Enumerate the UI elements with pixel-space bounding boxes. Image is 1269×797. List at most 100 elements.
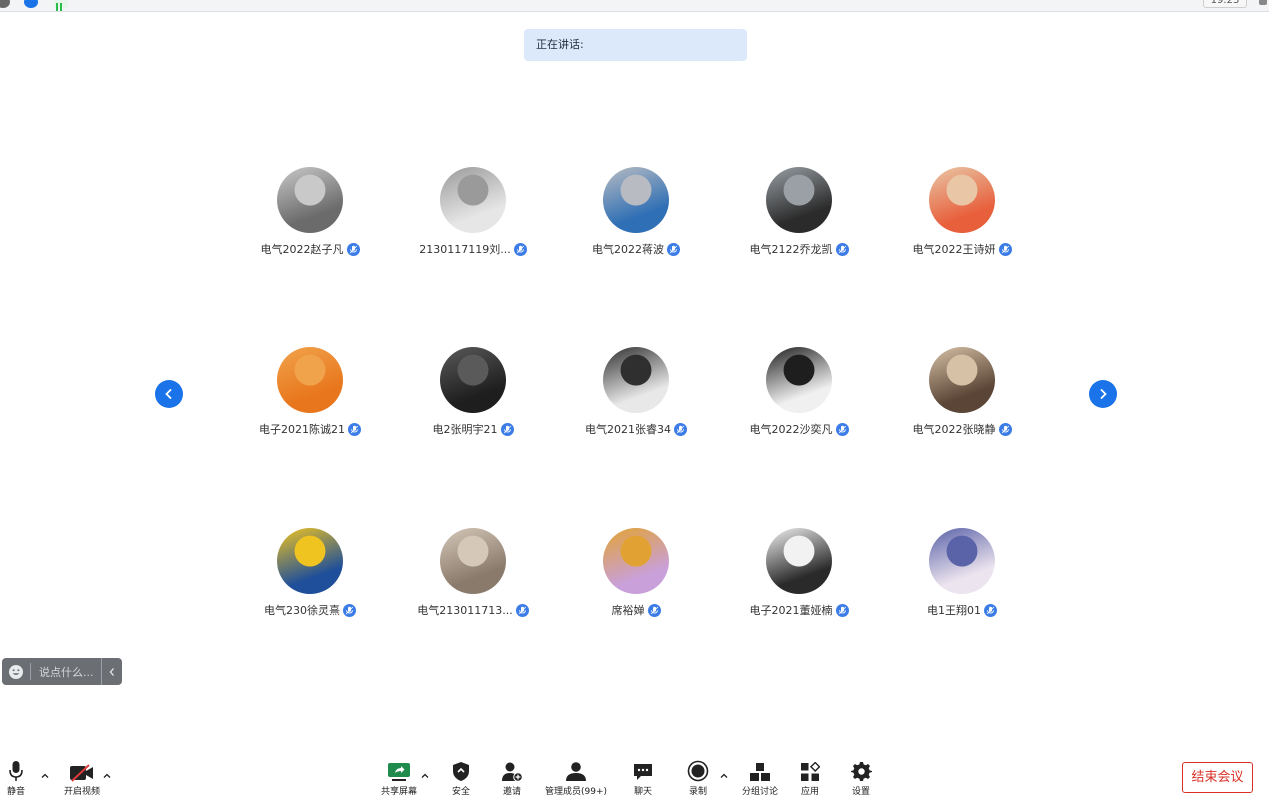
fullscreen-icon[interactable] <box>1259 0 1267 5</box>
share-screen-button[interactable]: 共享屏幕 <box>379 756 419 797</box>
participant-name: 电1王翔01 <box>927 604 981 617</box>
participant-name-row: 电气2022赵子凡 <box>235 241 385 257</box>
participant-tile[interactable]: 电气2122乔龙凯 <box>724 167 874 257</box>
apps-icon <box>801 762 820 781</box>
chat-input[interactable]: 说点什么... <box>39 664 97 680</box>
collapse-chat-button[interactable] <box>101 658 121 685</box>
info-icon[interactable] <box>24 0 38 8</box>
divider <box>30 663 31 680</box>
participant-tile[interactable]: 电子2021陈诚21 <box>235 347 385 437</box>
start-video-button[interactable]: 开启视频 <box>61 756 103 797</box>
signal-icon[interactable] <box>54 0 68 11</box>
participant-tile[interactable]: 席裕婵 <box>561 528 711 618</box>
video-off-icon <box>70 764 93 782</box>
participant-name: 电气2022沙奕凡 <box>749 423 833 436</box>
avatar-photo-icon <box>766 347 832 413</box>
invite-button[interactable]: 邀请 <box>500 756 524 797</box>
meeting-timer: 19:23 <box>1203 0 1247 8</box>
chevron-up-icon[interactable] <box>102 771 112 781</box>
breakout-rooms-button[interactable]: 分组讨论 <box>740 756 780 797</box>
share-screen-icon <box>388 763 410 781</box>
apps-button[interactable]: 应用 <box>798 756 822 797</box>
microphone-icon <box>667 242 680 256</box>
gear-icon <box>850 762 872 781</box>
participant-tile[interactable]: 电子2021董娅楠 <box>724 528 874 618</box>
avatar-photo-icon <box>929 167 995 233</box>
microphone-icon <box>500 422 514 436</box>
participant-tile[interactable]: 电气2022沙奕凡 <box>724 347 874 437</box>
microphone-icon <box>835 603 849 617</box>
security-button[interactable]: 安全 <box>449 756 473 797</box>
manage-members-button[interactable]: 管理成员(99+) <box>544 756 608 797</box>
participant-name-row: 2130117119刘... <box>398 241 548 257</box>
end-meeting-button[interactable]: 结束会议 <box>1182 762 1253 793</box>
participant-name-row: 电气2022沙奕凡 <box>724 421 874 437</box>
avatar-cat-icon <box>277 347 343 413</box>
avatar-photo-icon <box>766 167 832 233</box>
chevron-right-icon <box>1100 389 1107 399</box>
microphone-icon <box>513 242 527 256</box>
chevron-up-icon[interactable] <box>40 771 50 781</box>
avatar-toy-icon <box>929 528 995 594</box>
microphone-icon <box>984 603 997 617</box>
participant-name: 电气230徐灵熹 <box>264 604 340 617</box>
members-icon <box>566 762 586 781</box>
microphone-icon <box>9 761 23 781</box>
avatar-cartoon-icon <box>603 347 669 413</box>
participant-name: 电气213011713... <box>417 604 513 617</box>
participant-tile[interactable]: 电气2022赵子凡 <box>235 167 385 257</box>
participant-name-row: 电气2022蒋波 <box>561 241 711 257</box>
microphone-icon <box>674 422 687 436</box>
record-button[interactable]: 录制 <box>686 756 710 797</box>
participant-tile[interactable]: 电2张明宇21 <box>398 347 548 437</box>
chevron-up-icon[interactable] <box>719 771 729 781</box>
microphone-icon <box>515 603 529 617</box>
quick-chat-bar[interactable]: 说点什么... <box>2 658 122 685</box>
app-icon <box>0 0 10 8</box>
shield-icon <box>453 762 469 781</box>
participant-name-row: 电气2022张晓静 <box>887 421 1037 437</box>
chevron-up-icon[interactable] <box>420 771 430 781</box>
participant-name-row: 电气2122乔龙凯 <box>724 241 874 257</box>
participant-name: 电2张明宇21 <box>432 423 498 436</box>
participant-name: 电气2022赵子凡 <box>260 243 344 256</box>
settings-button[interactable]: 设置 <box>849 756 873 797</box>
title-bar: 19:23 <box>0 0 1269 12</box>
participant-name: 电气2022王诗妍 <box>912 243 996 256</box>
add-user-icon <box>502 762 523 782</box>
participant-tile[interactable]: 电气230徐灵熹 <box>235 528 385 618</box>
avatar-photo-icon <box>277 167 343 233</box>
emoji-icon[interactable] <box>8 664 24 680</box>
avatar-photo-icon <box>440 347 506 413</box>
participant-name-row: 电气2022王诗妍 <box>887 241 1037 257</box>
mute-button[interactable]: 静音 <box>3 756 29 797</box>
avatar-photo-icon <box>440 528 506 594</box>
participant-name-row: 电子2021陈诚21 <box>235 421 385 437</box>
microphone-icon <box>343 603 356 617</box>
participant-tile[interactable]: 电气213011713... <box>398 528 548 618</box>
chat-icon <box>634 764 652 780</box>
avatar-photo-icon <box>929 347 995 413</box>
microphone-icon <box>346 242 360 256</box>
participant-tile[interactable]: 电气2021张睿34 <box>561 347 711 437</box>
participant-name-row: 电气2021张睿34 <box>561 421 711 437</box>
prev-page-button[interactable] <box>155 380 183 408</box>
participant-tile[interactable]: 电1王翔01 <box>887 528 1037 618</box>
participant-tile[interactable]: 2130117119刘... <box>398 167 548 257</box>
participant-tile[interactable]: 电气2022蒋波 <box>561 167 711 257</box>
next-page-button[interactable] <box>1089 380 1117 408</box>
avatar-cartoon-icon <box>603 528 669 594</box>
microphone-icon <box>835 242 849 256</box>
participant-name-row: 电子2021董娅楠 <box>724 602 874 618</box>
avatar-photo-icon <box>603 167 669 233</box>
participant-name: 2130117119刘... <box>419 243 511 256</box>
participant-tile[interactable]: 电气2022王诗妍 <box>887 167 1037 257</box>
participant-tile[interactable]: 电气2022张晓静 <box>887 347 1037 437</box>
participant-name: 电气2122乔龙凯 <box>749 243 833 256</box>
participant-name-row: 电气213011713... <box>398 602 548 618</box>
chat-button[interactable]: 聊天 <box>631 756 655 797</box>
meeting-toolbar: 静音 开启视频 共享屏幕 安全 邀请 管理成员(99+) 聊天 录制 分组讨论 … <box>0 756 1269 797</box>
speaking-indicator: 正在讲话: <box>524 29 747 61</box>
participant-name-row: 电气230徐灵熹 <box>235 602 385 618</box>
participant-name-row: 席裕婵 <box>561 602 711 618</box>
